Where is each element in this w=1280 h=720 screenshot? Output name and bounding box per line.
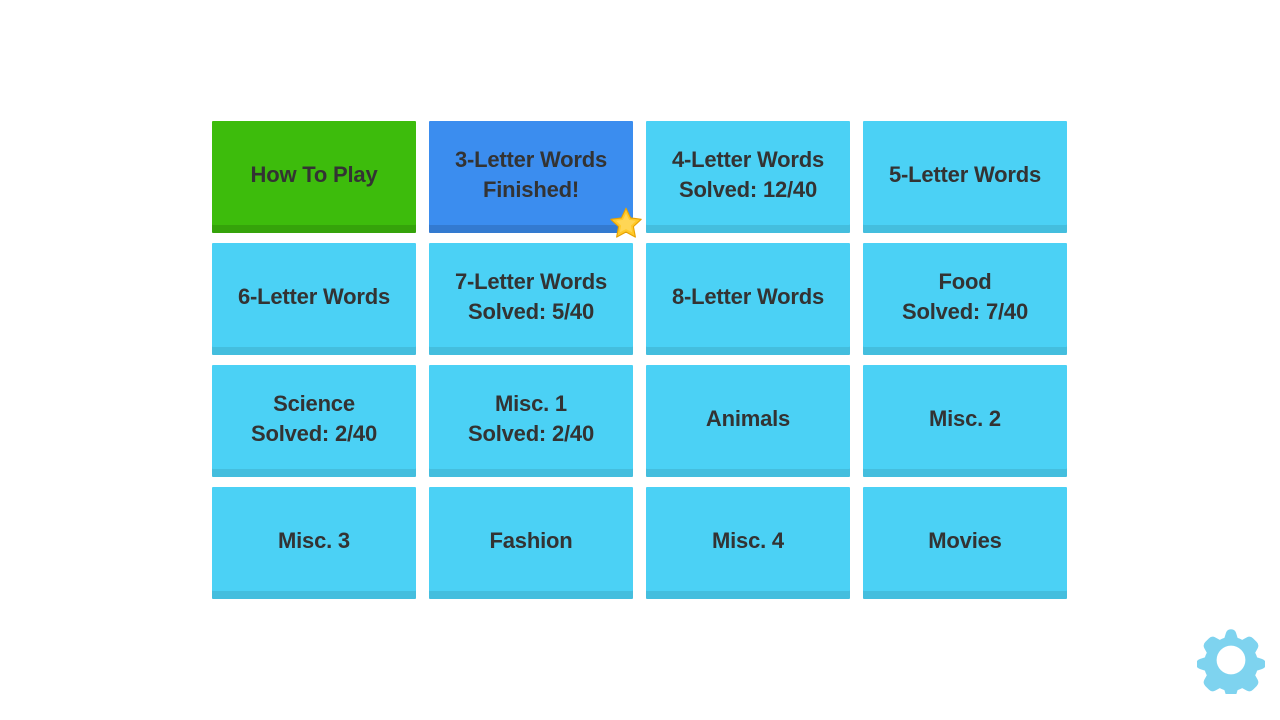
category-tile-3-letter-words[interactable]: 3-Letter Words Finished! bbox=[429, 121, 642, 238]
category-tile-misc-1[interactable]: Misc. 1 Solved: 2/40 bbox=[429, 365, 633, 477]
settings-gear-button[interactable] bbox=[1197, 626, 1265, 694]
category-tile-label: Food Solved: 7/40 bbox=[902, 268, 1028, 324]
category-tile-misc-2[interactable]: Misc. 2 bbox=[863, 365, 1067, 477]
app-root: How To Play 3-Letter Words Finished! 4-Let… bbox=[0, 0, 1280, 720]
category-tile-label: 3-Letter Words Finished! bbox=[454, 146, 608, 202]
category-tile-fashion[interactable]: Fashion bbox=[429, 487, 633, 599]
category-tile-label: 4-Letter Words Solved: 12/40 bbox=[671, 146, 825, 202]
category-tile-label: 6-Letter Words bbox=[237, 283, 391, 309]
category-tile-label: Misc. 3 bbox=[278, 527, 350, 553]
category-tile-4-letter-words[interactable]: 4-Letter Words Solved: 12/40 bbox=[646, 121, 850, 233]
category-tile-6-letter-words[interactable]: 6-Letter Words bbox=[212, 243, 416, 355]
category-tile-5-letter-words[interactable]: 5-Letter Words bbox=[863, 121, 1067, 233]
category-tile-label: Misc. 4 bbox=[712, 527, 784, 553]
category-tile-label: Misc. 2 bbox=[929, 405, 1001, 431]
category-tile-movies[interactable]: Movies bbox=[863, 487, 1067, 599]
category-tile-label: Movies bbox=[928, 527, 1002, 553]
category-tile-label: Misc. 1 Solved: 2/40 bbox=[468, 390, 594, 446]
category-tile-7-letter-words[interactable]: 7-Letter Words Solved: 5/40 bbox=[429, 243, 633, 355]
category-tile-how-to-play[interactable]: How To Play bbox=[212, 121, 416, 233]
category-tile-label: 7-Letter Words Solved: 5/40 bbox=[454, 268, 608, 324]
category-grid: How To Play 3-Letter Words Finished! 4-Let… bbox=[212, 121, 1068, 599]
category-tile-misc-4[interactable]: Misc. 4 bbox=[646, 487, 850, 599]
category-tile-science[interactable]: Science Solved: 2/40 bbox=[212, 365, 416, 477]
category-tile-label: How To Play bbox=[250, 161, 378, 187]
category-tile-misc-3[interactable]: Misc. 3 bbox=[212, 487, 416, 599]
category-tile-label: Science Solved: 2/40 bbox=[251, 390, 377, 446]
category-tile-label: 8-Letter Words bbox=[671, 283, 825, 309]
gear-icon bbox=[1197, 629, 1265, 694]
category-tile-food[interactable]: Food Solved: 7/40 bbox=[863, 243, 1067, 355]
category-tile-label: Animals bbox=[705, 405, 791, 431]
category-tile-label: Fashion bbox=[489, 527, 573, 553]
star-icon bbox=[610, 207, 642, 238]
category-tile-8-letter-words[interactable]: 8-Letter Words bbox=[646, 243, 850, 355]
category-tile-label: 5-Letter Words bbox=[888, 161, 1042, 187]
category-tile-animals[interactable]: Animals bbox=[646, 365, 850, 477]
